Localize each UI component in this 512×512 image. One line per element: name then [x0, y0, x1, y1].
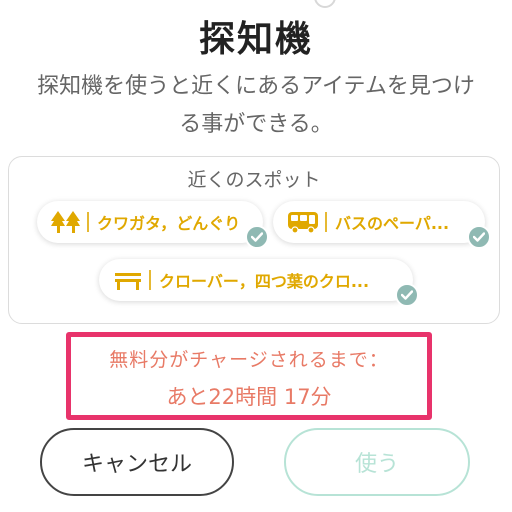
check-icon	[467, 225, 491, 249]
use-button[interactable]: 使う	[284, 428, 470, 496]
spot-chip-label: バスのペーパ...	[335, 214, 450, 233]
top-handle-circle	[314, 0, 336, 8]
charge-notice-text: 無料分がチャージされるまで：	[109, 349, 389, 371]
spot-chip-forest[interactable]: クワガタ，どんぐり	[37, 201, 269, 249]
page-title: 探知機	[198, 19, 313, 60]
check-icon	[395, 283, 419, 307]
description-text: 探知機を使うと近くにあるアイテムを見つけ る事ができる。	[6, 68, 506, 144]
spot-chip-bench[interactable]: クローバー，四つ葉のクロ...	[99, 259, 419, 307]
spot-chip-label: クローバー，四つ葉のクロ...	[159, 272, 370, 291]
chip-divider	[325, 212, 327, 232]
spot-chip-bus[interactable]: バスのペーパ...	[273, 201, 491, 249]
bench-icon	[113, 268, 143, 292]
detector-dialog: 探知機 探知機を使うと近くにあるアイテムを見つけ る事ができる。 近くのスポット…	[0, 0, 512, 512]
bus-icon	[287, 210, 319, 234]
cancel-button[interactable]: キャンセル	[40, 428, 234, 496]
nearby-spots-card: 近くのスポット クワガタ，どんぐり バスのペーパ... クローバー，四つ葉のクロ…	[8, 156, 500, 324]
nearby-spots-heading: 近くのスポット	[187, 169, 321, 191]
charge-remaining-time: あと22時間 17分	[166, 385, 332, 409]
chip-divider	[149, 270, 151, 290]
description-line-1: 探知機を使うと近くにあるアイテムを見つけ	[37, 74, 475, 99]
description-line-2: る事ができる。	[179, 112, 333, 137]
check-icon	[245, 225, 269, 249]
charge-countdown-notice: 無料分がチャージされるまで： あと22時間 17分	[66, 332, 432, 420]
chip-divider	[87, 212, 89, 232]
trees-icon	[51, 210, 81, 234]
spot-chip-label: クワガタ，どんぐり	[97, 214, 241, 233]
